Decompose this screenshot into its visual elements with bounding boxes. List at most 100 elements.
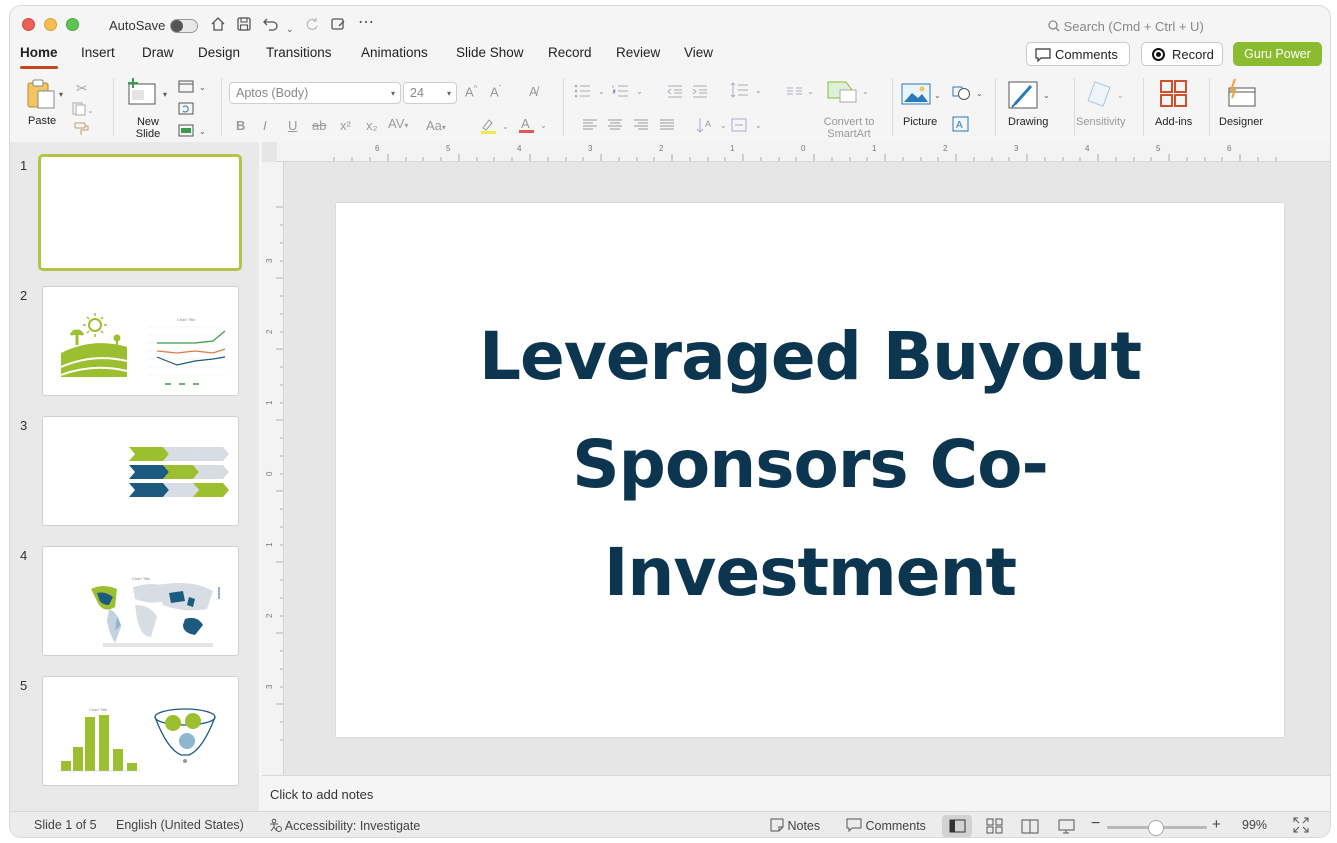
numbering-icon[interactable]: ⌄ [612, 84, 646, 101]
align-text-icon[interactable]: ⌄ [731, 116, 765, 137]
notes-pane[interactable]: Click to add notes [262, 775, 1330, 811]
sensitivity-icon[interactable]: ⌄ [1085, 80, 1125, 113]
current-slide-canvas[interactable]: Leveraged Buyout Sponsors Co- Investment [336, 203, 1284, 737]
zoom-out-icon[interactable]: − [1091, 815, 1100, 833]
undo-dropdown-icon[interactable]: ⌄ [286, 20, 294, 38]
fit-to-window-icon[interactable] [1293, 817, 1309, 836]
more-icon[interactable]: ⋯ [358, 14, 374, 32]
align-left-icon[interactable] [582, 118, 598, 135]
guru-power-button[interactable]: Guru Power [1233, 42, 1322, 66]
layout-icon[interactable]: ⌄ [178, 80, 208, 97]
line-spacing-icon[interactable]: ⌄ [730, 82, 764, 101]
zoom-slider-thumb[interactable] [1148, 820, 1164, 836]
home-icon[interactable] [210, 16, 226, 37]
tab-record[interactable]: Record [548, 45, 592, 60]
tab-home[interactable]: Home [20, 45, 58, 60]
convert-smartart-label: Convert to SmartArt [823, 116, 875, 140]
strikethrough-icon[interactable]: ab [312, 118, 326, 133]
slide-number: 4 [20, 548, 28, 563]
picture-icon[interactable]: ⌄ [901, 82, 941, 111]
notes-toggle-button[interactable]: Notes [770, 818, 820, 833]
tab-design[interactable]: Design [198, 45, 240, 60]
reset-icon[interactable] [178, 102, 194, 119]
justify-icon[interactable] [659, 118, 675, 135]
zoom-percentage[interactable]: 99% [1242, 818, 1267, 832]
drawing-icon[interactable]: ⌄ [1007, 80, 1051, 115]
text-box-icon[interactable]: A [952, 116, 970, 135]
vertical-ruler[interactable]: 3 2 1 0 1 2 3 [262, 162, 284, 775]
smartart-icon[interactable]: ⌄ [826, 78, 870, 109]
customize-icon[interactable] [330, 16, 346, 37]
redo-icon[interactable] [304, 16, 320, 37]
cut-icon[interactable]: ✂ [76, 80, 88, 97]
change-case-icon[interactable]: Aa▾ [426, 118, 446, 133]
italic-icon[interactable]: I [263, 118, 267, 133]
align-center-icon[interactable] [607, 118, 623, 135]
paste-icon[interactable] [26, 78, 56, 113]
increase-indent-icon[interactable] [692, 84, 708, 101]
bold-icon[interactable]: B [236, 118, 245, 133]
slide-title[interactable]: Leveraged Buyout Sponsors Co- Investment [396, 303, 1224, 627]
shapes-icon[interactable]: ⌄ [952, 84, 986, 105]
comments-button[interactable]: Comments [1026, 42, 1130, 66]
character-spacing-icon[interactable]: AV▾ [388, 116, 408, 131]
align-right-icon[interactable] [633, 118, 649, 135]
slide-number: 1 [20, 158, 28, 173]
font-color-icon[interactable]: A ⌄ [518, 116, 548, 137]
tab-insert[interactable]: Insert [81, 45, 115, 60]
slide-thumbnail-4[interactable]: Chart Title [42, 546, 239, 656]
underline-icon[interactable]: U [288, 118, 297, 133]
superscript-icon[interactable]: x² [340, 118, 351, 133]
add-ins-icon[interactable] [1160, 80, 1188, 111]
decrease-indent-icon[interactable] [667, 84, 683, 101]
tab-draw[interactable]: Draw [142, 45, 174, 60]
undo-icon[interactable] [262, 16, 280, 37]
increase-font-icon[interactable]: A^ [465, 84, 477, 99]
search-bar[interactable]: Search (Cmd + Ctrl + U) [1048, 19, 1204, 34]
reading-view-button[interactable] [1015, 815, 1045, 837]
tab-view[interactable]: View [684, 45, 713, 60]
bullets-icon[interactable]: ⌄ [574, 84, 608, 101]
copy-icon[interactable]: ⌄ [72, 102, 94, 119]
highlight-icon[interactable]: ⌄ [480, 118, 510, 137]
slide-sorter-button[interactable] [980, 815, 1010, 837]
paste-dropdown-icon[interactable]: ▾ [59, 90, 63, 99]
language-indicator[interactable]: English (United States) [116, 818, 244, 832]
font-name-select[interactable]: Aptos (Body) ▾ [229, 82, 401, 104]
slide-thumbnail-5[interactable]: Chart Title [42, 676, 239, 786]
clear-formatting-icon[interactable]: A̸ [529, 84, 538, 99]
normal-view-button[interactable] [942, 815, 972, 837]
columns-icon[interactable]: ⌄ [786, 84, 816, 101]
svg-text:Chart Title: Chart Title [132, 576, 151, 581]
slide-thumbnail-2[interactable]: Chart Title [42, 286, 239, 396]
save-icon[interactable] [236, 16, 252, 37]
font-size-select[interactable]: 24 ▾ [403, 82, 457, 104]
record-button[interactable]: Record [1141, 42, 1223, 66]
zoom-in-icon[interactable]: + [1212, 816, 1221, 833]
decrease-font-icon[interactable]: Aˇ [490, 84, 501, 99]
svg-text:A: A [521, 116, 530, 131]
section-icon[interactable]: ⌄ [178, 124, 208, 141]
svg-text:⌄: ⌄ [199, 127, 206, 136]
subscript-icon[interactable]: x₂ [366, 118, 378, 133]
tab-review[interactable]: Review [616, 45, 660, 60]
slide-show-button[interactable] [1051, 815, 1081, 837]
format-painter-icon[interactable] [74, 122, 90, 139]
designer-icon[interactable] [1225, 78, 1259, 111]
slide-thumbnail-3[interactable] [42, 416, 239, 526]
autosave-toggle[interactable] [170, 19, 198, 33]
comments-toggle-button[interactable]: Comments [846, 818, 926, 833]
text-direction-icon[interactable]: A ⌄ [696, 116, 730, 137]
accessibility-status[interactable]: Accessibility: Investigate [268, 818, 420, 833]
zoom-window-button[interactable] [66, 18, 79, 31]
slide-thumbnail-1[interactable] [38, 154, 242, 271]
tab-animations[interactable]: Animations [361, 45, 428, 60]
horizontal-ruler[interactable]: 6 5 4 3 2 1 0 1 2 3 4 5 6 [277, 142, 1330, 162]
slide-thumbnails-pane: 1 2 Chart Title 3 4 Chart Title 5 Chart … [10, 142, 259, 811]
minimize-window-button[interactable] [44, 18, 57, 31]
new-slide-dropdown-icon[interactable]: ▾ [163, 90, 167, 99]
close-window-button[interactable] [22, 18, 35, 31]
tab-slide-show[interactable]: Slide Show [456, 45, 524, 60]
tab-transitions[interactable]: Transitions [266, 45, 332, 60]
new-slide-icon[interactable] [127, 78, 159, 111]
